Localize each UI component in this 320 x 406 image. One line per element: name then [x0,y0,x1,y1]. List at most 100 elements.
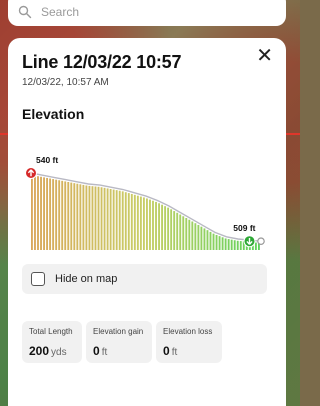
elevation-bar [40,176,42,250]
elevation-bar [254,242,257,250]
up-arrow-icon [25,167,37,179]
elevation-bar [43,177,45,250]
end-elevation-label: 509 ft [233,223,255,233]
stat-value: 0 [163,344,170,358]
elevation-bar [139,196,142,250]
stats-row: Total Length 200 yds Elevation gain 0 ft E… [22,321,222,363]
elevation-bar [124,192,127,250]
elevation-bar [121,191,124,250]
page-title: Line 12/03/22 10:57 [22,52,182,72]
stat-unit: yds [51,347,67,358]
elevation-bar [61,180,64,250]
elevation-bar [206,230,209,250]
elevation-heading: Elevation [22,106,85,122]
elevation-bar [239,241,242,250]
elevation-bar [112,189,115,250]
elevation-bar [155,201,157,250]
search-icon [18,5,32,19]
elevation-bar [82,184,85,250]
elevation-bar [149,199,151,250]
elevation-bar [233,240,236,250]
elevation-bar [212,233,215,250]
elevation-bar [103,187,106,250]
start-elevation-label: 540 ft [36,155,58,165]
elevation-bar [55,179,58,250]
elevation-bar [88,185,91,250]
elevation-bar [136,195,139,250]
hide-on-map-checkbox[interactable] [31,272,45,286]
route-line-left [0,133,8,135]
route-line-right [286,133,300,135]
elevation-bar [191,221,194,250]
elevation-chart[interactable]: 540 ft 509 ft [16,142,278,252]
elevation-bar [130,193,133,250]
elevation-bar [176,212,179,250]
elevation-bar [227,239,230,250]
stat-unit: ft [171,347,178,358]
elevation-bar [52,179,55,250]
elevation-bar [73,183,76,250]
elevation-bar [91,186,94,250]
elevation-bar [167,207,170,250]
elevation-bar [182,216,185,250]
elevation-bar [100,187,103,250]
elevation-bar [49,178,52,250]
stat-label: Total Length [29,327,73,336]
elevation-bar [85,185,88,250]
elevation-bar [224,238,227,250]
elevation-bar [115,190,118,250]
down-arrow-icon [243,235,256,248]
elevation-bar [215,234,218,250]
elevation-bar [70,182,73,250]
elevation-bar [170,209,173,250]
elevation-bar [188,219,191,250]
elevation-bar [236,240,239,250]
elevation-bar [106,188,109,250]
elevation-bar [197,224,200,250]
route-end-dot [257,237,265,246]
elevation-bar [58,180,61,250]
close-icon[interactable]: ✕ [256,46,273,66]
elevation-bar [133,194,136,250]
stat-value: 200 [29,344,50,358]
elevation-bar [161,204,164,250]
stat-elevation-loss: Elevation loss 0 ft [156,321,222,363]
elevation-bar [37,176,39,250]
elevation-bar [34,175,36,250]
elevation-bar [79,184,82,250]
stat-value: 0 [93,344,100,358]
stat-label: Elevation loss [163,327,213,336]
line-details-panel: ✕ Line 12/03/22 10:57 12/03/22, 10:57 AM… [8,38,286,406]
hide-on-map-label: Hide on map [55,273,118,285]
elevation-bar [200,226,203,250]
elevation-bar [142,197,145,250]
elevation-bar [46,177,49,250]
elevation-bar [67,182,70,250]
elevation-bar [118,190,121,250]
stat-unit: ft [101,347,108,358]
elevation-bar [97,186,100,250]
stat-label: Elevation gain [93,327,144,336]
elevation-bar [109,189,112,250]
elevation-bar [230,239,233,250]
elevation-bar [218,236,221,250]
elevation-bar [179,214,182,250]
elevation-bar [146,198,148,250]
elevation-bar [94,186,97,250]
elevation-bar [209,231,212,250]
elevation-bar [64,181,67,250]
elevation-bar [221,237,224,250]
search-bar[interactable]: Search [8,0,286,26]
elevation-bar [158,203,160,250]
stat-total-length: Total Length 200 yds [22,321,82,363]
elevation-bar [194,223,197,250]
elevation-bar [31,175,33,250]
elevation-bar [76,183,79,250]
stat-elevation-gain: Elevation gain 0 ft [86,321,152,363]
elevation-bar [152,200,154,250]
elevation-bar [164,206,167,250]
search-input[interactable]: Search [41,5,79,19]
hide-on-map-toggle[interactable]: Hide on map [22,264,267,294]
elevation-bar [127,193,130,250]
elevation-bar [185,218,188,250]
